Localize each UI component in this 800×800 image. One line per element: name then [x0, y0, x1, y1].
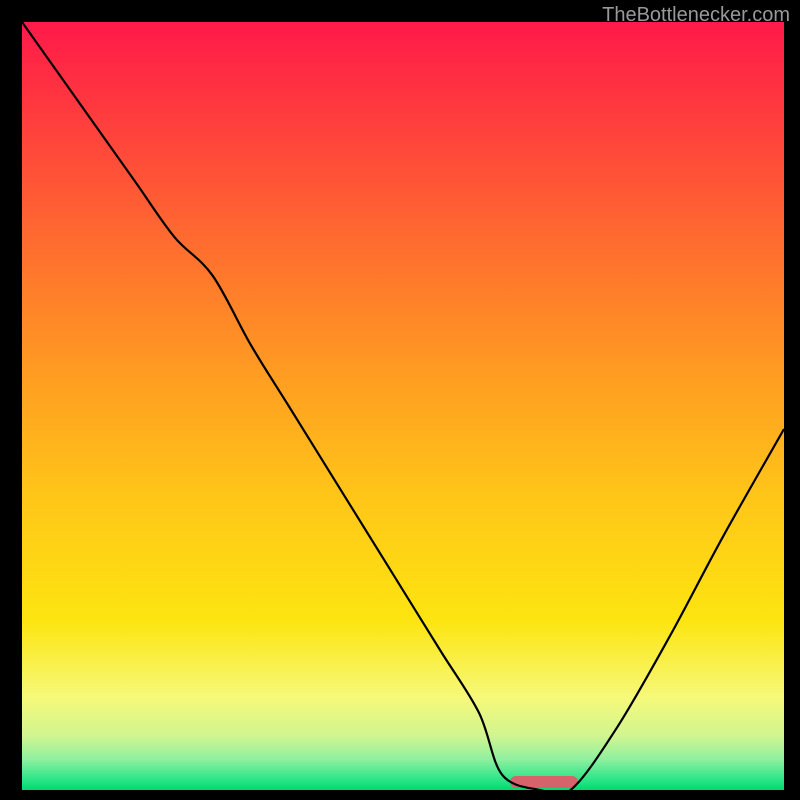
- chart-plot-area: [22, 22, 784, 790]
- bottleneck-curve: [22, 22, 784, 790]
- watermark-text: TheBottlenecker.com: [602, 4, 790, 27]
